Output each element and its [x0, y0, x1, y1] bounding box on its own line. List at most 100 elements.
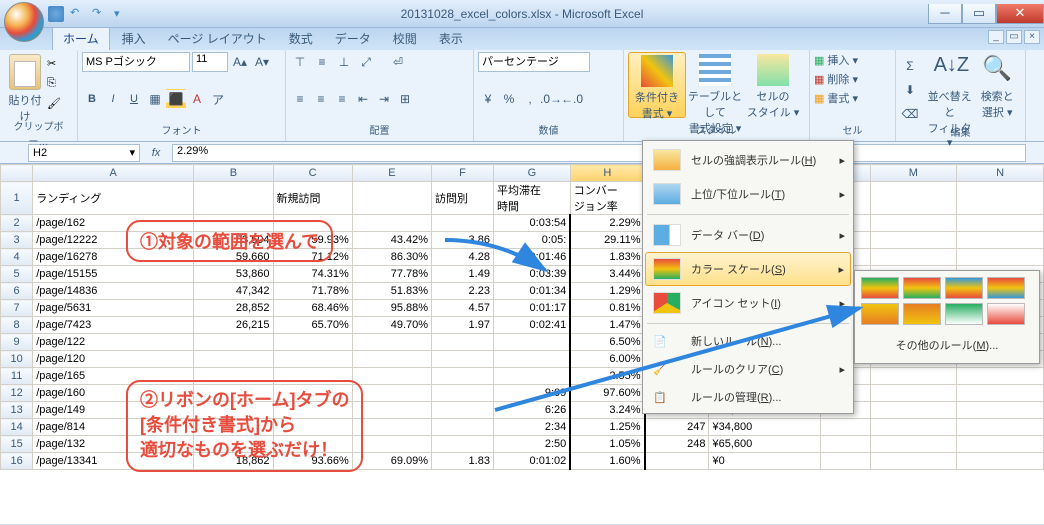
cell-H14[interactable]: 1.25%: [570, 419, 644, 436]
font-size-select[interactable]: 11: [192, 52, 228, 72]
cell-N11[interactable]: [957, 368, 1044, 385]
cell-B4[interactable]: 59,660: [194, 249, 273, 266]
undo-icon[interactable]: ↶: [70, 6, 86, 22]
cell-C12[interactable]: [273, 385, 352, 402]
menu-color-scales[interactable]: カラー スケール(S)▸: [645, 252, 851, 286]
doc-close-icon[interactable]: ×: [1024, 30, 1040, 44]
cell-H6[interactable]: 1.29%: [570, 283, 644, 300]
cell-E4[interactable]: 86.30%: [352, 249, 431, 266]
bold-button[interactable]: B: [82, 89, 102, 109]
col-header-B[interactable]: B: [194, 165, 273, 182]
cell-F10[interactable]: [432, 351, 494, 368]
format-painter-icon[interactable]: 🖌: [46, 96, 64, 112]
col-header-N[interactable]: N: [957, 165, 1044, 182]
colorscale-swatch[interactable]: [903, 303, 941, 325]
colorscale-swatch[interactable]: [945, 303, 983, 325]
cell-F13[interactable]: [432, 402, 494, 419]
comma-icon[interactable]: ,: [520, 89, 540, 109]
fill-color-button[interactable]: ⬛: [166, 89, 186, 109]
cell-J15[interactable]: ¥65,600: [709, 436, 820, 453]
row-header-2[interactable]: 2: [1, 215, 33, 232]
cell-F8[interactable]: 1.97: [432, 317, 494, 334]
cell-F11[interactable]: [432, 368, 494, 385]
cell-I15[interactable]: 248: [645, 436, 709, 453]
copy-icon[interactable]: ⎘: [46, 76, 64, 92]
cell-N14[interactable]: [957, 419, 1044, 436]
col-header-G[interactable]: G: [493, 165, 570, 182]
indent-dec-icon[interactable]: ⇤: [353, 89, 373, 109]
cell-A12[interactable]: /page/160: [33, 385, 194, 402]
cell-E5[interactable]: 77.78%: [352, 266, 431, 283]
autosum-icon[interactable]: Σ: [900, 56, 920, 76]
cell-E11[interactable]: [352, 368, 431, 385]
colorscale-swatch[interactable]: [861, 277, 899, 299]
cell-N16[interactable]: [957, 453, 1044, 470]
cell-M14[interactable]: [870, 419, 957, 436]
cell-F15[interactable]: [432, 436, 494, 453]
cell-A16[interactable]: /page/13341: [33, 453, 194, 470]
indent-inc-icon[interactable]: ⇥: [374, 89, 394, 109]
align-center-icon[interactable]: ≡: [311, 89, 331, 109]
cell-F12[interactable]: [432, 385, 494, 402]
menu-top-bottom-rules[interactable]: 上位/下位ルール(T)▸: [645, 177, 851, 211]
row-header-12[interactable]: 12: [1, 385, 33, 402]
find-select-button[interactable]: 🔍 検索と 選択 ▾: [973, 52, 1021, 118]
menu-highlight-rules[interactable]: セルの強調表示ルール(H)▸: [645, 143, 851, 177]
align-top-icon[interactable]: ⊤: [290, 52, 310, 72]
cell-C10[interactable]: [273, 351, 352, 368]
cell-E6[interactable]: 51.83%: [352, 283, 431, 300]
cell-I14[interactable]: 247: [645, 419, 709, 436]
cell-C2[interactable]: [273, 215, 352, 232]
phonetic-button[interactable]: ア: [208, 89, 228, 109]
cell-G14[interactable]: 2:34: [493, 419, 570, 436]
cell-H15[interactable]: 1.05%: [570, 436, 644, 453]
colorscale-swatch[interactable]: [987, 277, 1025, 299]
qat-dropdown-icon[interactable]: ▾: [114, 7, 120, 20]
tab-review[interactable]: 校閲: [383, 27, 427, 50]
cell-J14[interactable]: ¥34,800: [709, 419, 820, 436]
align-right-icon[interactable]: ≡: [332, 89, 352, 109]
cell-styles-button[interactable]: セルの スタイル ▾: [744, 52, 802, 118]
cell-E15[interactable]: [352, 436, 431, 453]
cell[interactable]: 平均滞在 時間: [493, 182, 570, 215]
cell-E9[interactable]: [352, 334, 431, 351]
clear-icon[interactable]: ⌫: [900, 104, 920, 124]
number-format-select[interactable]: パーセンテージ: [478, 52, 590, 72]
cell-B2[interactable]: [194, 215, 273, 232]
cell-M13[interactable]: [870, 402, 957, 419]
colorscale-swatch[interactable]: [987, 303, 1025, 325]
cell-C7[interactable]: 68.46%: [273, 300, 352, 317]
format-as-table-button[interactable]: テーブルとして 書式設定 ▾: [686, 52, 744, 118]
cell-M11[interactable]: [870, 368, 957, 385]
office-button[interactable]: [4, 2, 44, 42]
cell[interactable]: [194, 182, 273, 215]
cell-M4[interactable]: [870, 249, 957, 266]
cell-B9[interactable]: [194, 334, 273, 351]
cell-A4[interactable]: /page/16278: [33, 249, 194, 266]
col-header-E[interactable]: E: [352, 165, 431, 182]
cell-B11[interactable]: [194, 368, 273, 385]
cell-C5[interactable]: 74.31%: [273, 266, 352, 283]
row-header-4[interactable]: 4: [1, 249, 33, 266]
row-header-8[interactable]: 8: [1, 317, 33, 334]
cell-C4[interactable]: 71.12%: [273, 249, 352, 266]
row-header-3[interactable]: 3: [1, 232, 33, 249]
cell-A2[interactable]: /page/162: [33, 215, 194, 232]
formula-input[interactable]: 2.29%: [172, 144, 1026, 162]
cell-B8[interactable]: 26,215: [194, 317, 273, 334]
cell-C13[interactable]: [273, 402, 352, 419]
cell-M16[interactable]: [870, 453, 957, 470]
cell[interactable]: ランディング: [33, 182, 194, 215]
percent-icon[interactable]: %: [499, 89, 519, 109]
row-header-16[interactable]: 16: [1, 453, 33, 470]
cell-E8[interactable]: 49.70%: [352, 317, 431, 334]
doc-minimize-icon[interactable]: _: [988, 30, 1004, 44]
cell-A11[interactable]: /page/165: [33, 368, 194, 385]
cell-M15[interactable]: [870, 436, 957, 453]
doc-restore-icon[interactable]: ▭: [1006, 30, 1022, 44]
underline-button[interactable]: U: [124, 89, 144, 109]
cell-E2[interactable]: [352, 215, 431, 232]
fill-icon[interactable]: ⬇: [900, 80, 920, 100]
col-header-M[interactable]: M: [870, 165, 957, 182]
merge-button[interactable]: ⊞: [395, 89, 415, 109]
